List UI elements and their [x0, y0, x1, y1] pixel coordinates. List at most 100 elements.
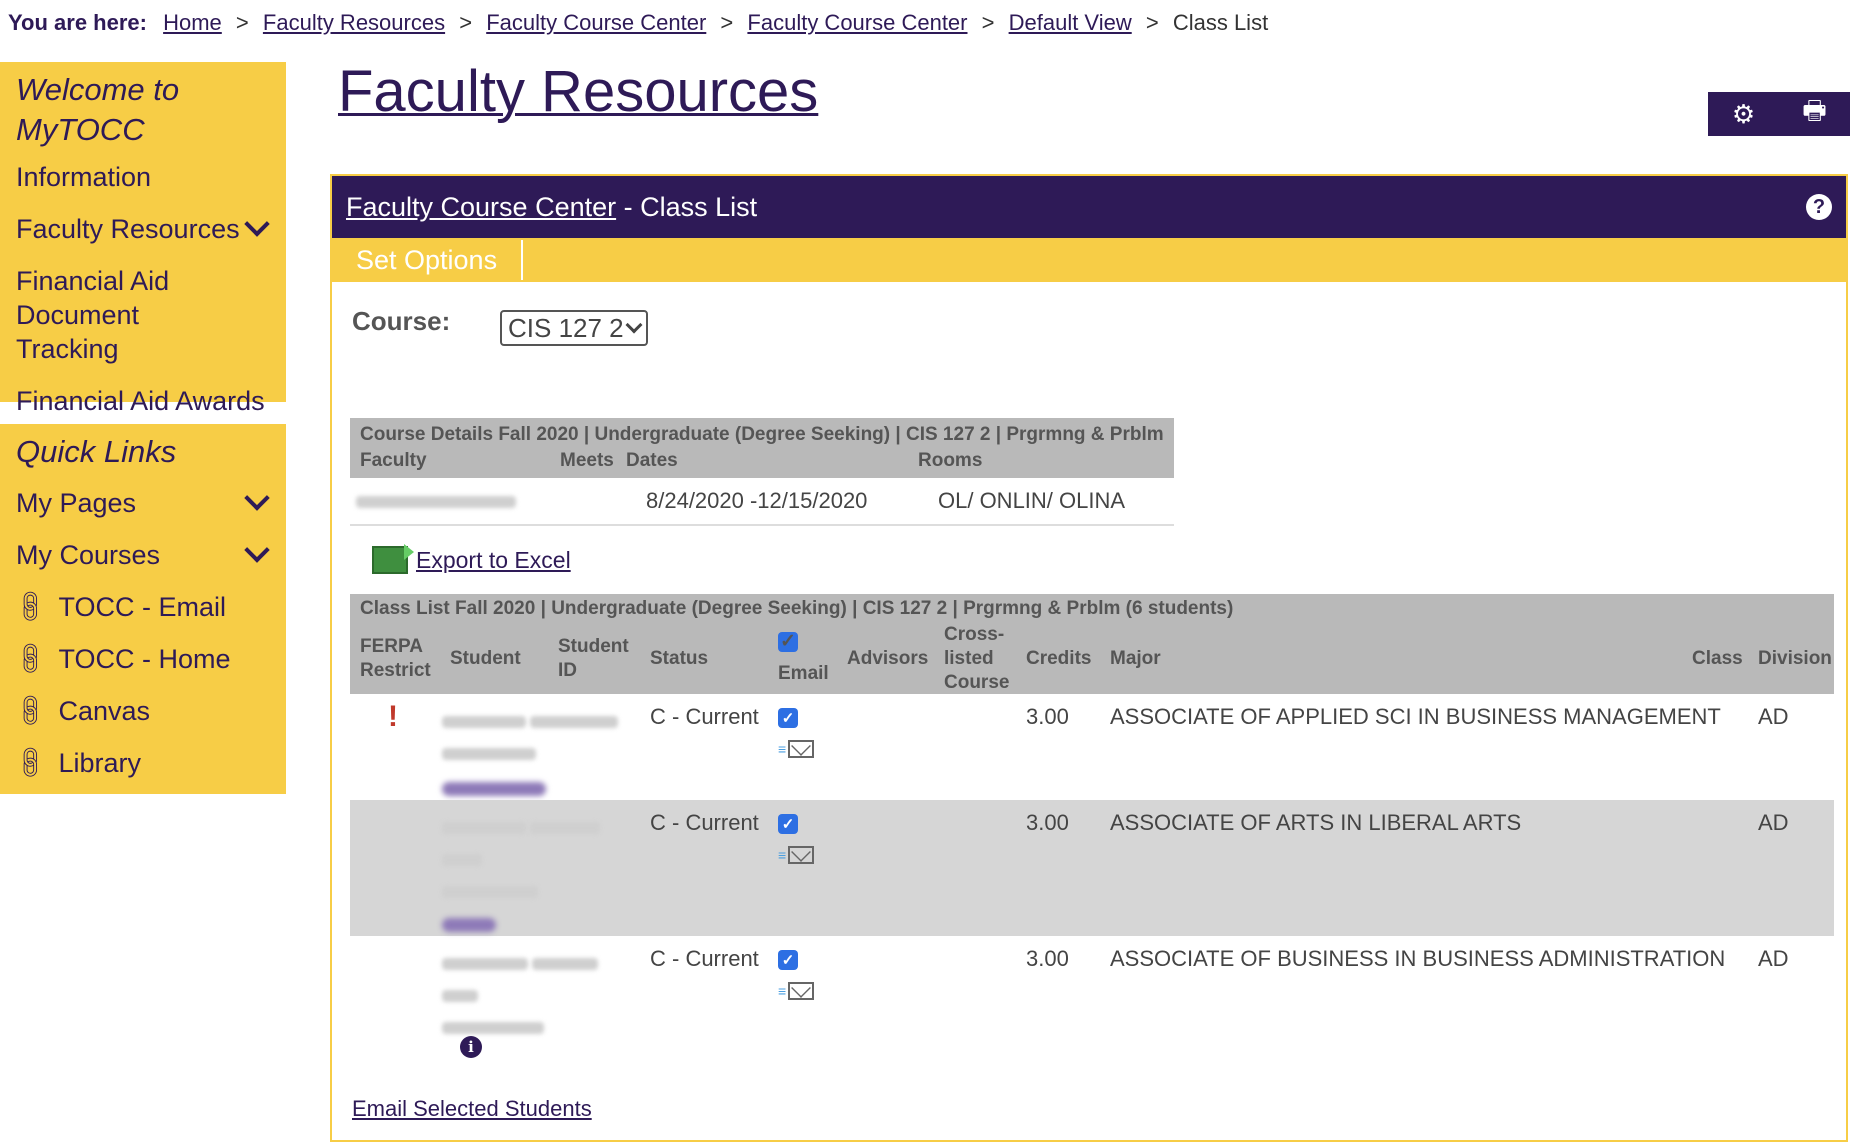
breadcrumb-separator: >	[459, 10, 473, 35]
select-all-checkbox[interactable]: ✓	[778, 631, 798, 652]
sidebar-item-information[interactable]: Information	[16, 160, 286, 194]
sidebar-item-label: My Courses	[16, 540, 161, 570]
email-student-button[interactable]: ≡	[778, 982, 815, 1000]
email-checkbox[interactable]: ✓	[778, 814, 798, 834]
page-title[interactable]: Faculty Resources	[338, 58, 818, 125]
student-name	[442, 708, 618, 802]
sidebar-item-label: Information	[16, 162, 152, 192]
student-status: C - Current	[650, 946, 759, 971]
table-row: C - Current ✓ ≡ 3.00 ASSOCIATE OF ARTS I…	[350, 800, 1834, 936]
sidebar-welcome: Welcome to MyTOCC Information Faculty Re…	[0, 62, 286, 416]
col-class: Class	[1692, 648, 1743, 669]
student-division: AD	[1758, 704, 1789, 729]
panel-title-text: - Class List	[616, 191, 758, 222]
class-list-title: Class List Fall 2020 | Undergraduate (De…	[360, 598, 1234, 619]
link-icon: 🔗︎	[10, 586, 52, 627]
breadcrumb-faculty-resources[interactable]: Faculty Resources	[263, 10, 445, 35]
chevron-down-icon[interactable]	[244, 485, 270, 511]
ferpa-alert-icon: !	[388, 700, 398, 733]
help-icon[interactable]: ?	[1806, 194, 1832, 220]
email-selected-students-link[interactable]: Email Selected Students	[352, 1096, 592, 1122]
course-rooms: OL/ ONLIN/ OLINA	[938, 488, 1126, 513]
sidebar-item-canvas[interactable]: 🔗︎ Canvas	[11, 690, 286, 731]
sidebar-item-financial-aid-awards[interactable]: Financial Aid Awards	[16, 384, 286, 418]
panel-title: Faculty Course Center - Class List	[346, 192, 757, 223]
breadcrumb-separator: >	[981, 10, 995, 35]
col-meets: Meets	[560, 450, 614, 471]
student-name	[442, 814, 600, 938]
breadcrumb-separator: >	[1145, 10, 1159, 35]
quick-links-title: Quick Links	[16, 434, 177, 469]
options-bar: Set Options	[332, 238, 1846, 282]
class-list-table: Class List Fall 2020 | Undergraduate (De…	[350, 594, 1834, 1066]
col-ferpa: FERPA Restrict	[360, 636, 431, 681]
course-details-header: Course Details Fall 2020 | Undergraduate…	[350, 418, 1174, 478]
chevron-down-icon	[625, 316, 643, 334]
print-icon[interactable]: 🖶︎	[1779, 92, 1850, 136]
col-dates: Dates	[626, 450, 678, 471]
info-icon[interactable]: i	[460, 1036, 482, 1058]
course-details-title: Course Details Fall 2020 | Undergraduate…	[360, 424, 1164, 445]
email-student-button[interactable]: ≡	[778, 846, 815, 864]
student-credits: 3.00	[1026, 810, 1069, 835]
col-student-id: Student ID	[558, 636, 629, 681]
sidebar-item-my-courses[interactable]: My Courses	[16, 537, 286, 572]
course-details-row: 8/24/2020 -12/15/2020 OL/ ONLIN/ OLINA	[350, 478, 1174, 526]
breadcrumb-default-view[interactable]: Default View	[1009, 10, 1132, 35]
class-list-panel: Faculty Course Center - Class List ? Set…	[330, 174, 1848, 1142]
sidebar-item-tocc-home[interactable]: 🔗︎ TOCC - Home	[11, 638, 286, 679]
col-status: Status	[650, 648, 709, 669]
breadcrumb-faculty-course-center-2[interactable]: Faculty Course Center	[747, 10, 967, 35]
email-checkbox[interactable]: ✓	[778, 708, 798, 728]
set-options-tab[interactable]: Set Options	[332, 240, 524, 280]
export-to-excel-link[interactable]: Export to Excel	[416, 547, 571, 574]
chevron-down-icon[interactable]	[244, 211, 270, 237]
col-major: Major	[1110, 648, 1161, 669]
col-credits: Credits	[1026, 648, 1092, 669]
page-toolbar: ⚙ 🖶︎	[1708, 92, 1850, 136]
chevron-down-icon[interactable]	[244, 537, 270, 563]
course-select-value: CIS 127 2	[508, 312, 624, 343]
course-label: Course:	[352, 306, 451, 336]
table-row: ! C - Current ✓ ≡ 3.00 ASSOCIATE OF APPL…	[350, 694, 1834, 800]
student-status: C - Current	[650, 810, 759, 835]
excel-icon	[372, 544, 414, 574]
student-major: ASSOCIATE OF BUSINESS IN BUSINESS ADMINI…	[1110, 946, 1726, 971]
sidebar-item-financial-aid-document-tracking[interactable]: Financial Aid Document Tracking	[16, 264, 266, 366]
sidebar-item-my-pages[interactable]: My Pages	[16, 485, 286, 520]
breadcrumb-home[interactable]: Home	[163, 10, 222, 35]
breadcrumb-current: Class List	[1172, 10, 1269, 35]
course-select[interactable]: CIS 127 2	[500, 310, 648, 346]
student-division: AD	[1758, 810, 1789, 835]
sidebar-welcome-title: Welcome to MyTOCC	[16, 72, 180, 147]
export-to-excel[interactable]: Export to Excel	[372, 544, 571, 574]
email-student-button[interactable]: ≡	[778, 740, 815, 758]
col-faculty: Faculty	[360, 450, 427, 471]
student-division: AD	[1758, 946, 1789, 971]
sidebar-item-faculty-resources[interactable]: Faculty Resources	[16, 211, 286, 246]
sidebar-item-label: Financial Aid Document Tracking	[16, 266, 170, 364]
sidebar-item-label: My Pages	[16, 488, 137, 518]
sidebar-item-library[interactable]: 🔗︎ Library	[11, 742, 286, 783]
link-icon: 🔗︎	[10, 690, 52, 731]
col-student: Student	[450, 648, 521, 669]
sidebar-item-label: TOCC - Home	[58, 644, 231, 674]
sidebar-item-label: Library	[58, 748, 141, 778]
panel-header: Faculty Course Center - Class List ?	[332, 176, 1846, 238]
gear-icon[interactable]: ⚙	[1708, 92, 1779, 136]
faculty-course-center-link[interactable]: Faculty Course Center	[346, 192, 616, 222]
col-cross-listed: Cross-listed Course	[944, 624, 1010, 693]
breadcrumb-label: You are here:	[8, 10, 147, 35]
sidebar-quick-links: Quick Links My Pages My Courses 🔗︎ TOCC -…	[0, 424, 286, 794]
breadcrumb-faculty-course-center[interactable]: Faculty Course Center	[486, 10, 706, 35]
col-email: Email	[778, 663, 829, 684]
sidebar-item-label: Financial Aid Awards	[16, 386, 265, 416]
email-checkbox[interactable]: ✓	[778, 950, 798, 970]
sidebar-item-tocc-email[interactable]: 🔗︎ TOCC - Email	[11, 586, 286, 627]
class-list-header: Class List Fall 2020 | Undergraduate (De…	[350, 594, 1834, 694]
envelope-icon	[788, 982, 815, 1000]
student-name	[442, 950, 598, 1040]
student-credits: 3.00	[1026, 946, 1069, 971]
sidebar-item-label: Canvas	[58, 696, 151, 726]
student-major: ASSOCIATE OF ARTS IN LIBERAL ARTS	[1110, 810, 1522, 835]
